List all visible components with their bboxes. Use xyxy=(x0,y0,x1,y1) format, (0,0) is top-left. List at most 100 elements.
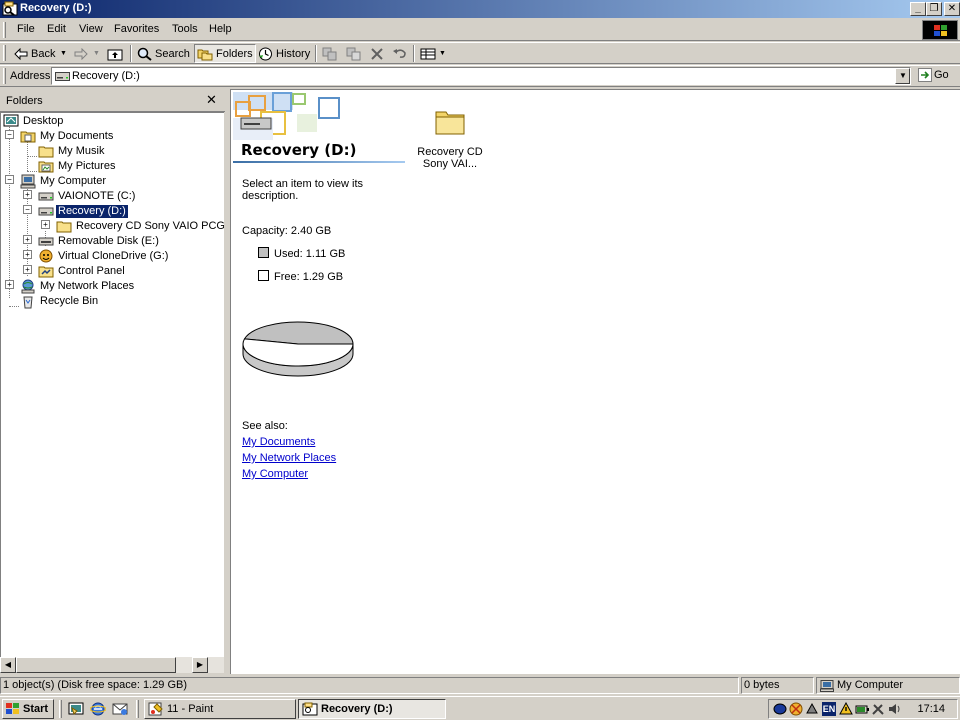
undo-button[interactable] xyxy=(390,44,410,63)
tree-item-recycle-bin[interactable]: Recycle Bin xyxy=(20,294,100,309)
tree-item-recovery-d[interactable]: Recovery (D:) xyxy=(38,204,129,219)
address-grip[interactable] xyxy=(3,68,6,84)
quick-launch-grip[interactable] xyxy=(59,700,62,718)
move-to-icon xyxy=(322,47,337,60)
menu-file[interactable]: File xyxy=(17,23,35,35)
folder-tree[interactable]: Desktop − My Documents My Musik My Pictu… xyxy=(0,112,224,657)
collapse-toggle[interactable]: − xyxy=(5,175,14,184)
go-button[interactable]: Go xyxy=(918,68,949,82)
tree-item-control-panel[interactable]: Control Panel xyxy=(38,264,127,279)
language-indicator[interactable]: EN xyxy=(822,702,836,716)
network-status-icon[interactable] xyxy=(773,702,787,716)
minimize-button[interactable]: _ xyxy=(910,2,926,16)
back-dropdown[interactable]: ▼ xyxy=(58,44,69,63)
status-size: 0 bytes xyxy=(741,677,814,694)
maximize-button[interactable]: ❐ xyxy=(926,2,942,16)
address-input[interactable]: Recovery (D:) ▼ xyxy=(51,67,911,85)
scroll-thumb[interactable] xyxy=(16,657,176,673)
folder-item-recovery-cd[interactable]: Recovery CD Sony VAI... xyxy=(414,106,486,170)
folders-pane-title: Folders xyxy=(6,95,43,107)
expand-toggle[interactable]: + xyxy=(5,280,14,289)
title-bar[interactable]: Recovery (D:) _ ❐ ✕ xyxy=(0,0,960,18)
menu-grip[interactable] xyxy=(3,22,6,38)
menu-tools[interactable]: Tools xyxy=(172,23,198,35)
forward-dropdown[interactable]: ▼ xyxy=(91,44,102,63)
tree-horizontal-scrollbar[interactable]: ◀ ▶ xyxy=(0,657,224,673)
windows-flag-icon xyxy=(934,25,947,36)
volume-icon[interactable] xyxy=(887,702,901,716)
views-button[interactable]: ▼ xyxy=(418,44,448,63)
back-button[interactable]: Back xyxy=(12,44,57,63)
taskbar-grip[interactable] xyxy=(136,700,139,718)
status-zone: My Computer xyxy=(816,677,960,694)
my-pictures-icon xyxy=(38,161,54,173)
move-to-button[interactable] xyxy=(320,44,340,63)
internet-explorer-icon[interactable] xyxy=(90,701,106,717)
content-pane[interactable]: Recovery (D:) Select an item to view its… xyxy=(230,89,960,674)
tree-item-desktop[interactable]: Desktop xyxy=(3,114,65,129)
link-my-computer[interactable]: My Computer xyxy=(242,468,308,480)
forward-button[interactable] xyxy=(72,44,90,63)
outlook-express-icon[interactable] xyxy=(112,701,128,717)
selection-hint: Select an item to view its description. xyxy=(242,178,364,202)
menu-help[interactable]: Help xyxy=(209,23,232,35)
tree-item-removable-disk-e[interactable]: Removable Disk (E:) xyxy=(38,234,161,249)
folders-pane: Folders ✕ Desktop − My Documents My Musi… xyxy=(0,89,225,674)
toolbar-grip[interactable] xyxy=(3,45,6,61)
collapse-toggle[interactable]: − xyxy=(5,130,14,139)
up-folder-icon xyxy=(107,49,123,60)
expand-toggle[interactable]: + xyxy=(23,190,32,199)
battery-icon[interactable] xyxy=(855,702,869,716)
tools-icon[interactable] xyxy=(871,702,885,716)
dropdown-arrow-icon: ▼ xyxy=(60,50,67,57)
menu-view[interactable]: View xyxy=(79,23,103,35)
link-my-documents[interactable]: My Documents xyxy=(242,436,315,448)
explorer-window-icon xyxy=(2,1,18,16)
tree-item-my-computer[interactable]: My Computer xyxy=(20,174,108,189)
task-recovery-d[interactable]: Recovery (D:) xyxy=(298,699,446,719)
clonedrive-tray-icon[interactable] xyxy=(789,702,803,716)
show-desktop-icon[interactable] xyxy=(68,701,84,717)
expand-toggle[interactable]: + xyxy=(23,250,32,259)
expand-toggle[interactable]: + xyxy=(23,265,32,274)
menu-favorites[interactable]: Favorites xyxy=(114,23,159,35)
tree-item-my-pictures[interactable]: My Pictures xyxy=(38,159,117,174)
tree-item-my-musik[interactable]: My Musik xyxy=(38,144,106,159)
tree-item-vaionote-c[interactable]: VAIONOTE (C:) xyxy=(38,189,137,204)
display-settings-icon[interactable] xyxy=(805,702,819,716)
tree-item-my-documents[interactable]: My Documents xyxy=(20,129,115,144)
close-icon[interactable]: ✕ xyxy=(206,93,217,106)
scroll-right-icon: ▶ xyxy=(196,660,204,669)
start-button[interactable]: Start xyxy=(2,699,54,719)
clock[interactable]: 17:14 xyxy=(917,703,945,715)
folders-label: Folders xyxy=(216,47,253,60)
history-icon xyxy=(259,47,272,60)
expand-toggle[interactable]: + xyxy=(41,220,50,229)
tree-item-my-network-places[interactable]: My Network Places xyxy=(20,279,136,294)
folders-button[interactable]: Folders xyxy=(194,44,256,63)
capacity-text: Capacity: 2.40 GB xyxy=(242,225,332,237)
copy-to-icon xyxy=(346,47,361,60)
chevron-down-icon: ▼ xyxy=(899,71,907,80)
up-folder-button[interactable] xyxy=(105,44,125,63)
menu-edit[interactable]: Edit xyxy=(47,23,66,35)
recycle-bin-icon xyxy=(23,296,33,309)
expand-toggle[interactable]: + xyxy=(23,235,32,244)
scroll-left-button[interactable]: ◀ xyxy=(0,657,16,673)
copy-to-button[interactable] xyxy=(344,44,364,63)
tree-label: Recycle Bin xyxy=(40,295,99,307)
warning-icon[interactable] xyxy=(839,702,853,716)
tree-item-virtual-clonedrive-g[interactable]: Virtual CloneDrive (G:) xyxy=(38,249,170,264)
standard-toolbar: Back ▼ ▼ Search Folders History ▼ xyxy=(0,42,960,64)
search-button[interactable]: Search xyxy=(135,44,192,63)
close-button[interactable]: ✕ xyxy=(944,2,960,16)
tree-item-recovery-cd-folder[interactable]: Recovery CD Sony VAIO PCG-SR xyxy=(56,219,224,234)
delete-button[interactable] xyxy=(368,44,386,63)
scroll-right-button[interactable]: ▶ xyxy=(192,657,208,673)
history-button[interactable]: History xyxy=(256,44,312,63)
link-my-network-places[interactable]: My Network Places xyxy=(242,452,336,464)
address-dropdown-button[interactable]: ▼ xyxy=(895,68,910,84)
task-paint[interactable]: 11 - Paint xyxy=(144,699,296,719)
forward-arrow-icon xyxy=(74,47,88,60)
collapse-toggle[interactable]: − xyxy=(23,205,32,214)
